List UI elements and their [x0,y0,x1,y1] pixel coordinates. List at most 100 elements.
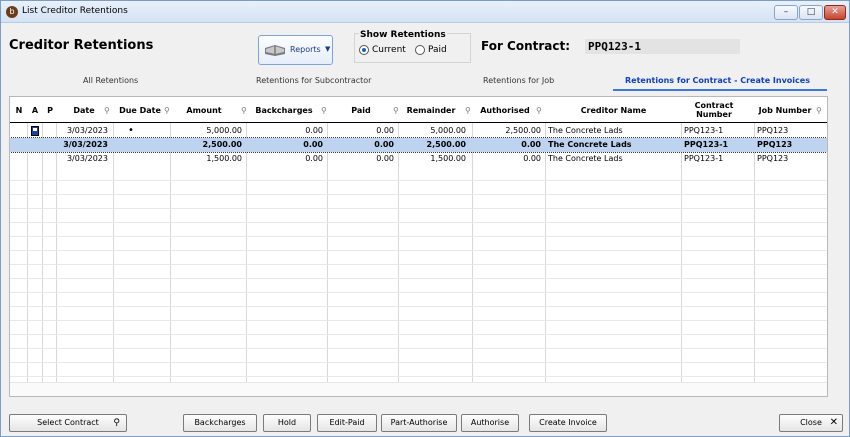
cell-amount: 2,500.00 [202,140,242,149]
cell-backcharges: 0.00 [305,126,323,135]
cell-contract-number: PPQ123-1 [684,126,724,135]
col-creditor-name[interactable]: Creditor Name [546,97,681,123]
close-icon: ✕ [829,417,838,428]
col-a[interactable]: A [30,97,40,123]
window-title: List Creditor Retentions [22,6,128,16]
book-icon [265,45,285,56]
close-button[interactable]: Close ✕ [779,414,843,432]
cell-date: 3/03/2023 [63,140,108,149]
search-icon[interactable]: ⚲ [393,106,399,115]
radio-paid[interactable] [415,45,425,55]
main-window: b List Creditor Retentions – □ ✕ Credito… [0,0,850,437]
retentions-table[interactable]: N A P Date ⚲ Due Date ⚲ Amount ⚲ Backcha… [9,96,828,397]
row-gridline [10,362,827,363]
col-n[interactable]: N [14,97,24,123]
table-row-selected[interactable]: 3/03/2023 2,500.00 0.00 0.00 2,500.00 0.… [10,137,827,153]
show-retentions-group: Show Retentions Current Paid [354,30,471,63]
row-gridline [10,208,827,209]
search-icon[interactable]: ⚲ [321,106,327,115]
page-title: Creditor Retentions [9,38,154,53]
contract-value-field: PPQ123-1 [585,39,740,54]
cell-due-date [114,152,148,166]
part-authorise-button[interactable]: Part-Authorise [381,414,457,432]
col-job-number[interactable]: Job Number [752,97,818,123]
cell-job-number: PPQ123 [757,154,789,163]
col-due-date[interactable]: Due Date [114,97,166,123]
row-gridline [10,236,827,237]
authorise-button[interactable]: Authorise [461,414,519,432]
row-gridline [10,194,827,195]
col-contract-number[interactable]: Contract Number [683,97,745,123]
reports-label: Reports [290,45,321,54]
search-icon[interactable]: ⚲ [241,106,247,115]
row-gridline [10,222,827,223]
col-backcharges[interactable]: Backcharges [248,97,320,123]
search-icon[interactable]: ⚲ [816,106,822,115]
row-gridline [10,278,827,279]
row-gridline [10,292,827,293]
row-gridline [10,306,827,307]
reports-button[interactable]: Reports ▼ [258,35,333,65]
select-contract-label: Select Contract [37,418,99,427]
cell-authorised: 0.00 [523,154,541,163]
radio-current[interactable] [359,45,369,55]
row-gridline [10,320,827,321]
cell-date: 3/03/2023 [66,154,108,163]
tab-retentions-for-subcontractor[interactable]: Retentions for Subcontractor [256,76,371,85]
window-close-button[interactable]: ✕ [824,5,846,20]
row-gridline [10,250,827,251]
search-icon[interactable]: ⚲ [536,106,542,115]
cell-amount: 1,500.00 [206,154,242,163]
active-tab-indicator [613,89,827,91]
cell-job-number: PPQ123 [757,140,793,149]
search-icon[interactable]: ⚲ [104,106,110,115]
cell-authorised: 2,500.00 [505,126,541,135]
cell-authorised: 0.00 [521,140,541,149]
search-icon[interactable]: ⚲ [164,106,170,115]
cell-creditor-name: The Concrete Lads [548,154,623,163]
tab-all-retentions[interactable]: All Retentions [83,76,138,85]
tab-retentions-for-contract[interactable]: Retentions for Contract - Create Invoice… [625,76,810,85]
cell-paid: 0.00 [374,140,394,149]
table-row[interactable]: 3/03/2023 • 5,000.00 0.00 0.00 5,000.00 … [10,124,827,138]
row-gridline [10,348,827,349]
contract-label: For Contract: [481,39,571,53]
col-date[interactable]: Date [58,97,110,123]
search-icon[interactable]: ⚲ [465,106,471,115]
search-icon: ⚲ [113,418,120,428]
cell-amount: 5,000.00 [206,126,242,135]
cell-remainder: 1,500.00 [430,154,466,163]
radio-current-label: Current [372,45,406,55]
flag-icon [31,126,39,136]
cell-due-date: • [128,125,134,136]
maximize-button[interactable]: □ [799,5,823,20]
col-p[interactable]: P [45,97,55,123]
col-amount[interactable]: Amount [172,97,236,123]
col-remainder[interactable]: Remainder [400,97,462,123]
chevron-down-icon: ▼ [325,45,331,53]
show-retentions-legend: Show Retentions [359,30,447,40]
col-paid[interactable]: Paid [330,97,392,123]
table-row[interactable]: 3/03/2023 1,500.00 0.00 0.00 1,500.00 0.… [10,152,827,166]
app-logo-icon: b [6,6,18,18]
cell-date: 3/03/2023 [66,126,108,135]
radio-paid-label: Paid [428,45,447,55]
col-authorised[interactable]: Authorised [476,97,534,123]
cell-remainder: 2,500.00 [426,140,466,149]
cell-creditor-name: The Concrete Lads [548,126,623,135]
backcharges-button[interactable]: Backcharges [183,414,257,432]
cell-remainder: 5,000.00 [430,126,466,135]
cell-due-date [114,138,148,152]
select-contract-button[interactable]: Select Contract ⚲ [9,414,127,432]
row-gridline [10,376,827,377]
create-invoice-button[interactable]: Create Invoice [529,414,607,432]
cell-contract-number: PPQ123-1 [684,140,729,149]
minimize-button[interactable]: – [774,5,798,20]
row-gridline [10,334,827,335]
tab-retentions-for-job[interactable]: Retentions for Job [483,76,554,85]
cell-creditor-name: The Concrete Lads [548,140,632,149]
horizontal-scrollbar[interactable] [10,382,827,396]
edit-paid-button[interactable]: Edit-Paid [317,414,377,432]
hold-button[interactable]: Hold [263,414,311,432]
cell-job-number: PPQ123 [757,126,789,135]
